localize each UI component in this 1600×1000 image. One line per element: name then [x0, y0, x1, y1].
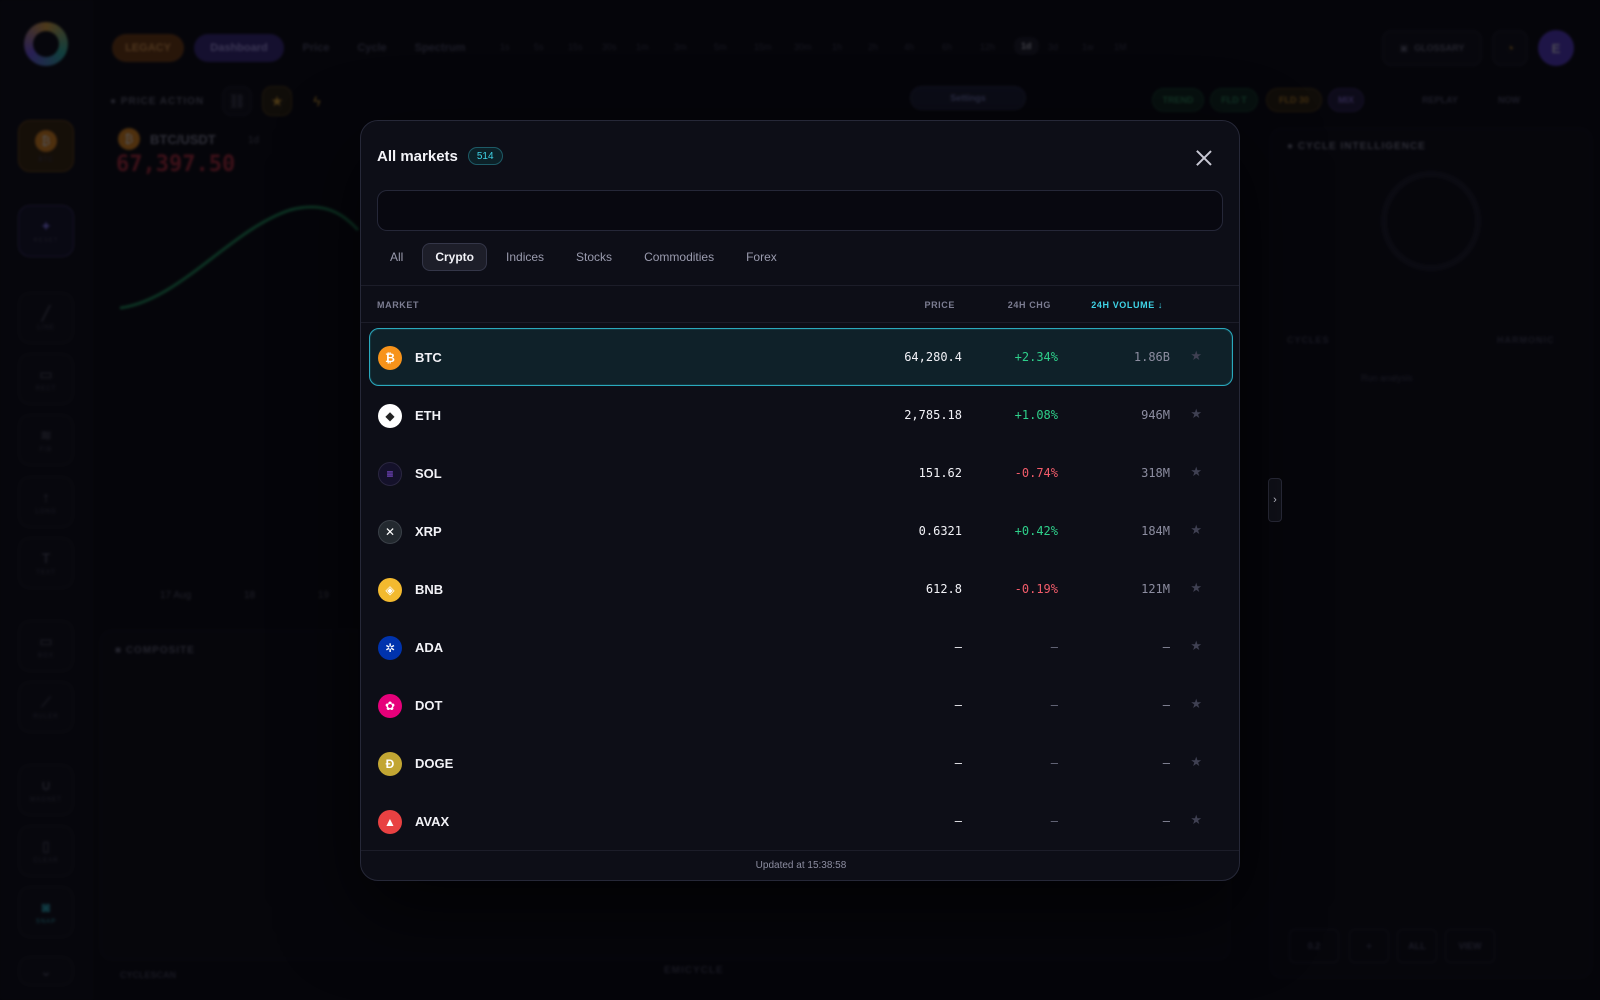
favorite-star-icon[interactable]: ★: [1190, 696, 1202, 712]
all-markets-modal: All markets 514 All Crypto Indices Stock…: [360, 120, 1240, 881]
cardano-icon: ✲: [378, 636, 402, 660]
market-category-tabs: All Crypto Indices Stocks Commodities Fo…: [377, 243, 790, 271]
column-24h-volume[interactable]: 24H VOLUME ↓: [1091, 300, 1163, 310]
avalanche-icon: ▲: [378, 810, 402, 834]
market-24h-change: —: [1050, 640, 1058, 654]
tab-stocks[interactable]: Stocks: [563, 243, 625, 271]
column-24h-change[interactable]: 24H CHG: [1008, 300, 1051, 310]
market-row-sol[interactable]: ≡ SOL 151.62 -0.74% 318M ★: [369, 444, 1233, 502]
tab-crypto[interactable]: Crypto: [422, 243, 488, 271]
market-row-xrp[interactable]: ✕ XRP 0.6321 +0.42% 184M ★: [369, 502, 1233, 560]
market-price: —: [954, 640, 962, 654]
market-row-btc[interactable]: ₿ BTC 64,280.4 +2.34% 1.86B ★: [369, 328, 1233, 386]
market-24h-volume: 1.86B: [1133, 350, 1170, 364]
market-row-doge[interactable]: Ð DOGE — — — ★: [369, 734, 1233, 792]
market-24h-volume: —: [1162, 756, 1170, 770]
market-table-header: MARKET PRICE 24H CHG 24H VOLUME ↓: [361, 285, 1239, 323]
tab-all[interactable]: All: [377, 243, 416, 271]
market-24h-volume: —: [1162, 698, 1170, 712]
market-row-avax[interactable]: ▲ AVAX — — — ★: [369, 792, 1233, 850]
market-24h-change: +0.42%: [1014, 524, 1058, 538]
market-24h-volume: 184M: [1141, 524, 1170, 538]
market-24h-volume: —: [1162, 640, 1170, 654]
bitcoin-icon: ₿: [378, 346, 402, 370]
xrp-icon: ✕: [378, 520, 402, 544]
favorite-star-icon[interactable]: ★: [1190, 754, 1202, 770]
market-24h-change: -0.74%: [1014, 466, 1058, 480]
market-symbol: ADA: [415, 640, 444, 655]
market-symbol: DOGE: [415, 756, 454, 771]
close-icon[interactable]: [1195, 149, 1213, 167]
market-symbol: ETH: [415, 408, 441, 423]
market-24h-change: —: [1050, 814, 1058, 828]
market-symbol: SOL: [415, 466, 442, 481]
tab-indices[interactable]: Indices: [493, 243, 557, 271]
market-symbol: AVAX: [415, 814, 450, 829]
market-24h-change: +2.34%: [1014, 350, 1058, 364]
polkadot-icon: ✿: [378, 694, 402, 718]
market-row-bnb[interactable]: ◈ BNB 612.8 -0.19% 121M ★: [369, 560, 1233, 618]
market-24h-volume: 318M: [1141, 466, 1170, 480]
market-symbol: XRP: [415, 524, 442, 539]
modal-header: All markets 514: [377, 147, 503, 165]
tab-forex[interactable]: Forex: [733, 243, 790, 271]
market-24h-change: —: [1050, 698, 1058, 712]
market-24h-volume: —: [1162, 814, 1170, 828]
dogecoin-icon: Ð: [378, 752, 402, 776]
market-search-input[interactable]: [377, 190, 1223, 231]
chevron-right-icon: ›: [1273, 494, 1277, 506]
market-row-ada[interactable]: ✲ ADA — — — ★: [369, 618, 1233, 676]
last-updated: Updated at 15:38:58: [361, 850, 1239, 880]
market-list: ₿ BTC 64,280.4 +2.34% 1.86B ★ ◆ ETH 2,785.18 +1.0…: [369, 328, 1233, 850]
column-price[interactable]: PRICE: [924, 300, 955, 310]
market-24h-change: -0.19%: [1014, 582, 1058, 596]
favorite-star-icon[interactable]: ★: [1190, 522, 1202, 538]
market-symbol: DOT: [415, 698, 443, 713]
market-price: —: [954, 698, 962, 712]
market-price: 2,785.18: [904, 408, 962, 422]
market-row-dot[interactable]: ✿ DOT — — — ★: [369, 676, 1233, 734]
market-price: 0.6321: [918, 524, 962, 538]
market-count-badge: 514: [467, 147, 503, 165]
market-price: 64,280.4: [904, 350, 962, 364]
solana-icon: ≡: [378, 462, 402, 486]
bnb-icon: ◈: [378, 578, 402, 602]
market-price: —: [954, 756, 962, 770]
market-price: 151.62: [918, 466, 962, 480]
ethereum-icon: ◆: [378, 404, 402, 428]
market-24h-volume: 946M: [1141, 408, 1170, 422]
favorite-star-icon[interactable]: ★: [1190, 464, 1202, 480]
favorite-star-icon[interactable]: ★: [1190, 580, 1202, 596]
favorite-star-icon[interactable]: ★: [1190, 812, 1202, 828]
column-market[interactable]: MARKET: [377, 300, 419, 310]
market-symbol: BNB: [415, 582, 444, 597]
favorite-star-icon[interactable]: ★: [1190, 348, 1202, 364]
market-24h-volume: 121M: [1141, 582, 1170, 596]
panel-expand-handle[interactable]: ›: [1268, 478, 1282, 522]
market-row-eth[interactable]: ◆ ETH 2,785.18 +1.08% 946M ★: [369, 386, 1233, 444]
tab-commodities[interactable]: Commodities: [631, 243, 727, 271]
favorite-star-icon[interactable]: ★: [1190, 638, 1202, 654]
market-symbol: BTC: [415, 350, 442, 365]
market-24h-change: +1.08%: [1014, 408, 1058, 422]
market-price: —: [954, 814, 962, 828]
modal-title: All markets: [377, 147, 458, 165]
market-24h-change: —: [1050, 756, 1058, 770]
favorite-star-icon[interactable]: ★: [1190, 406, 1202, 422]
market-price: 612.8: [925, 582, 962, 596]
